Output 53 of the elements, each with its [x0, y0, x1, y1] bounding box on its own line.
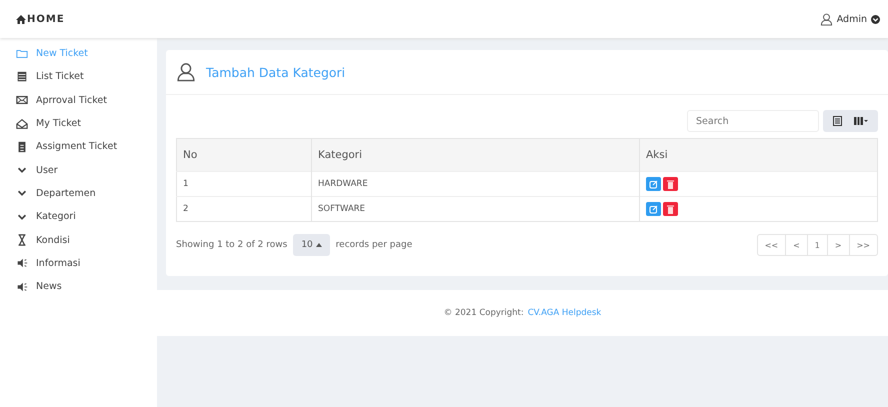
- columns-icon[interactable]: [854, 117, 868, 125]
- page-link[interactable]: 1: [806, 235, 827, 255]
- sidebar-item[interactable]: My Ticket: [0, 112, 157, 136]
- sidebar-item[interactable]: Assigment Ticket: [0, 135, 157, 158]
- column-header: Aksi: [640, 138, 878, 172]
- search-field[interactable]: Search: [687, 110, 819, 132]
- document-icon[interactable]: [833, 116, 842, 126]
- page-link[interactable]: <<: [758, 235, 786, 255]
- sidebar-item[interactable]: Kategori: [0, 205, 157, 228]
- brand-title[interactable]: HOME: [27, 14, 65, 24]
- sidebar-item[interactable]: Aprroval Ticket: [0, 88, 157, 112]
- delete-button[interactable]: [663, 177, 678, 191]
- page-link[interactable]: >: [826, 235, 849, 255]
- edit-button[interactable]: [646, 202, 661, 216]
- page-link[interactable]: <: [785, 235, 807, 255]
- user-icon: [820, 12, 833, 26]
- chevron-circle-icon[interactable]: [871, 14, 880, 24]
- sidebar-item[interactable]: Departemen: [0, 182, 157, 206]
- page-link[interactable]: >>: [848, 235, 877, 255]
- trash-icon: [667, 180, 674, 188]
- list-icon: [16, 70, 28, 83]
- speaker-icon: [16, 257, 28, 270]
- pagination-info: records per page: [336, 240, 412, 250]
- user-icon: [176, 62, 196, 82]
- edit-button[interactable]: [646, 177, 661, 191]
- sidebar-item[interactable]: List Ticket: [0, 65, 157, 89]
- speaker-icon: [16, 280, 28, 293]
- clipboard-icon: [16, 140, 28, 153]
- edit-icon: [649, 204, 658, 214]
- sidebar-item[interactable]: News: [0, 274, 157, 298]
- copyright-text: © 2021 Copyright:: [444, 308, 524, 318]
- folder-icon: [16, 48, 28, 60]
- pagination-info: Showing 1 to 2 of 2 rows: [176, 240, 288, 250]
- table-cell: 1: [176, 172, 312, 196]
- sidebar-item[interactable]: Informasi: [0, 252, 157, 275]
- page-size-dropdown[interactable]: 10: [293, 234, 330, 256]
- table-cell: SOFTWARE: [312, 196, 640, 222]
- table-cell: 2: [176, 196, 312, 222]
- column-header: No: [176, 138, 312, 172]
- hourglass-icon: [16, 234, 28, 246]
- caret-up-icon: [316, 243, 322, 247]
- user-name[interactable]: Admin: [836, 14, 867, 24]
- table-cell: HARDWARE: [312, 172, 640, 196]
- trash-icon: [667, 204, 674, 214]
- card-title: Tambah Data Kategori: [206, 64, 346, 80]
- home-icon: [16, 14, 26, 24]
- envelope-icon: [16, 118, 28, 130]
- sidebar-item[interactable]: Kondisi: [0, 228, 157, 252]
- sidebar-item[interactable]: User: [0, 158, 157, 182]
- envelope-icon: [16, 94, 28, 106]
- delete-button[interactable]: [663, 202, 678, 216]
- edit-icon: [649, 180, 658, 188]
- column-header: Kategori: [312, 138, 640, 172]
